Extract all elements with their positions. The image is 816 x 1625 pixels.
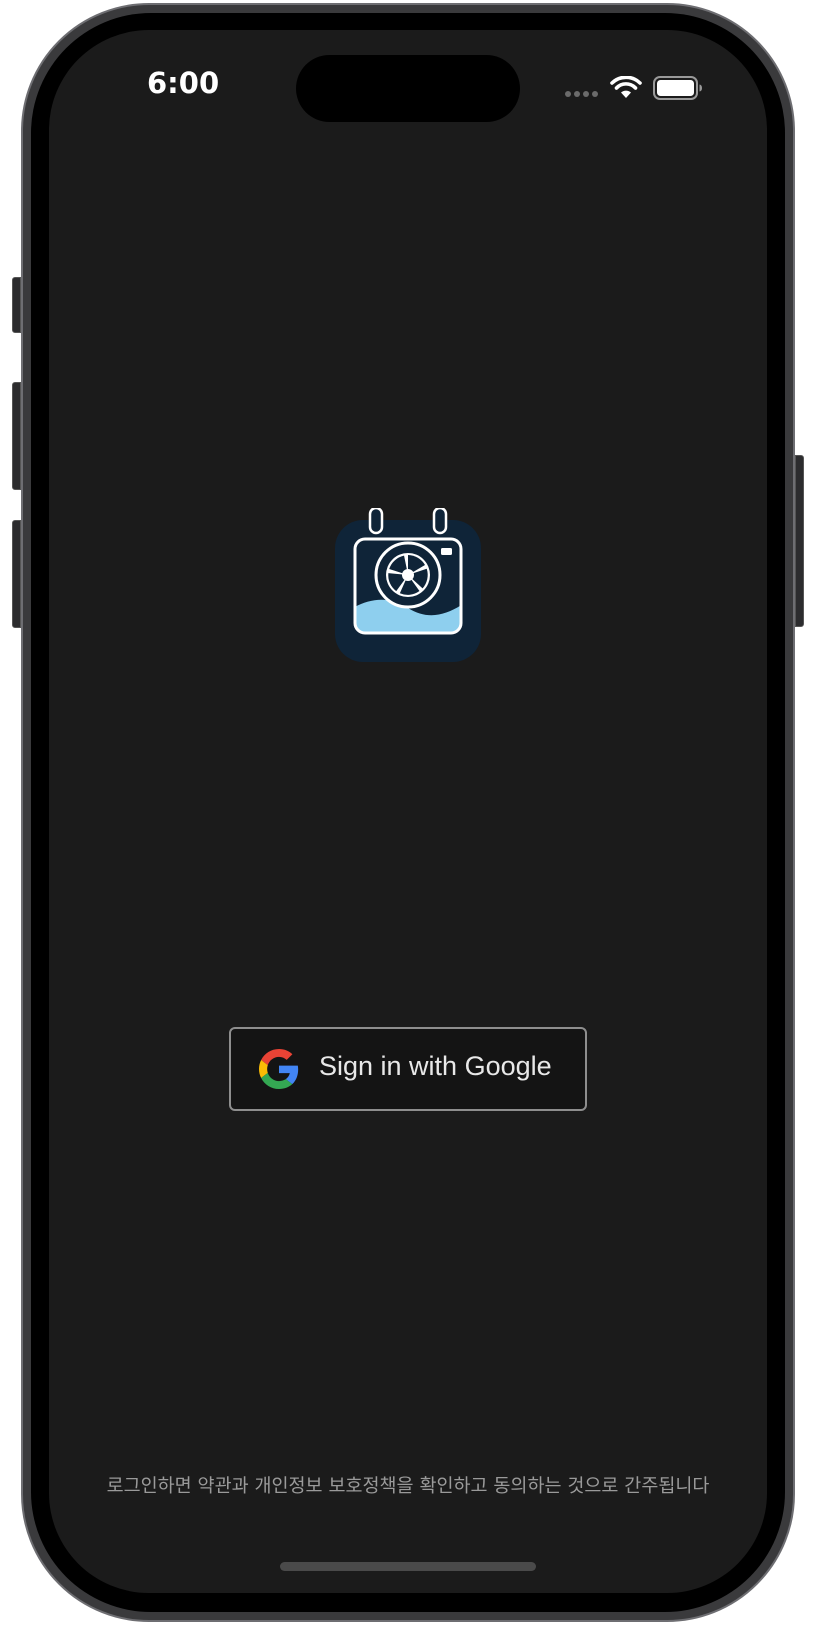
signal-dots-icon <box>565 91 598 97</box>
google-sign-in-label: Sign in with Google <box>319 1051 552 1081</box>
power-button <box>795 455 804 627</box>
wifi-icon <box>610 76 642 98</box>
calendar-camera-logo-icon <box>335 508 481 662</box>
dynamic-island <box>296 55 520 122</box>
google-sign-in-button[interactable]: Sign in with Google <box>229 1027 587 1111</box>
volume-up-button <box>12 382 21 490</box>
action-button <box>12 277 21 333</box>
google-g-icon <box>259 1049 299 1089</box>
volume-down-button <box>12 520 21 628</box>
terms-notice: 로그인하면 약관과 개인정보 보호정책을 확인하고 동의하는 것으로 간주됩니다 <box>106 1476 710 1497</box>
app-screen: 6:00 Sign in with Google 로그인하면 약관과 개인정보 … <box>49 30 767 1593</box>
home-indicator[interactable] <box>280 1562 536 1571</box>
battery-icon <box>653 76 702 100</box>
status-time: 6:00 <box>147 66 220 100</box>
